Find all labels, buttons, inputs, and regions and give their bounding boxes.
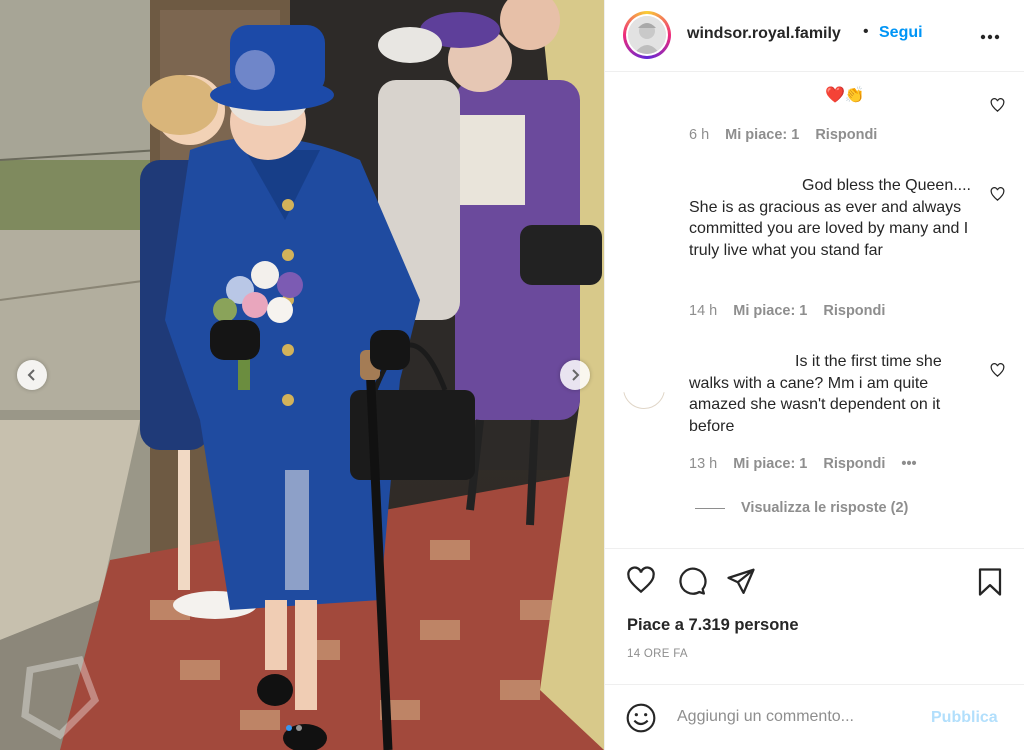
comment-reply-button[interactable]: Rispondi xyxy=(823,303,885,319)
comment-reply-button[interactable]: Rispondi xyxy=(823,456,885,472)
emoji-smiley-icon[interactable] xyxy=(625,702,657,734)
comment-meta: 13 h Mi piace: 1 Rispondi ••• xyxy=(689,456,917,472)
post-header: windsor.royal.family • Segui xyxy=(605,0,1024,72)
post-side-panel: windsor.royal.family • Segui ❤️👏 6 h Mi … xyxy=(604,0,1024,750)
author-avatar[interactable] xyxy=(623,11,671,59)
comment-like-icon[interactable] xyxy=(990,98,1005,113)
share-paper-plane-icon[interactable] xyxy=(725,566,757,596)
post-actions: Piace a 7.319 persone 14 ORE FA xyxy=(605,548,1024,685)
view-replies-label: Visualizza le risposte (2) xyxy=(741,500,909,516)
photo-illustration xyxy=(0,0,604,750)
comment-likes[interactable]: Mi piace: 1 xyxy=(725,127,799,143)
post-timestamp[interactable]: 14 ORE FA xyxy=(627,648,688,660)
author-username[interactable]: windsor.royal.family xyxy=(687,25,841,43)
comment-time: 13 h xyxy=(689,456,718,472)
replies-divider xyxy=(695,507,725,509)
publish-button[interactable]: Pubblica xyxy=(931,709,998,727)
carousel-next-button[interactable] xyxy=(560,360,590,390)
comment-reply-button[interactable]: Rispondi xyxy=(815,127,877,143)
carousel-indicator xyxy=(286,725,302,731)
more-horizontal-icon[interactable] xyxy=(979,26,1001,48)
comment-time: 14 h xyxy=(689,303,718,319)
comment-input[interactable] xyxy=(677,703,917,731)
view-replies-button[interactable]: Visualizza le risposte (2) xyxy=(695,500,908,516)
comments-list[interactable]: ❤️👏 6 h Mi piace: 1 Rispondi God bless t… xyxy=(605,72,1024,548)
comment-likes[interactable]: Mi piace: 1 xyxy=(733,456,807,472)
comment-like-icon[interactable] xyxy=(990,187,1005,202)
comment-composer: Pubblica xyxy=(605,684,1024,751)
comment-likes[interactable]: Mi piace: 1 xyxy=(733,303,807,319)
comment-text: ❤️👏 xyxy=(825,87,865,104)
carousel-dot-active xyxy=(286,725,292,731)
follow-button[interactable]: Segui xyxy=(879,24,923,42)
likes-count[interactable]: Piace a 7.319 persone xyxy=(627,616,799,635)
save-bookmark-icon[interactable] xyxy=(975,566,1005,598)
comment-meta: 6 h Mi piace: 1 Rispondi xyxy=(689,127,877,143)
chevron-right-icon xyxy=(572,369,580,381)
carousel-prev-button[interactable] xyxy=(17,360,47,390)
chevron-left-icon xyxy=(27,369,35,381)
avatar-portrait xyxy=(628,16,666,54)
comment-options-button[interactable]: ••• xyxy=(901,456,916,472)
comment-text: God bless the Queen.... She is as gracio… xyxy=(689,177,971,260)
comment-text: Is it the first time she walks with a ca… xyxy=(689,353,942,436)
comment-like-icon[interactable] xyxy=(990,363,1005,378)
carousel-dot xyxy=(296,725,302,731)
comment-time: 6 h xyxy=(689,127,710,143)
separator-dot: • xyxy=(863,23,869,40)
like-heart-icon[interactable] xyxy=(625,566,657,596)
comment-meta: 14 h Mi piace: 1 Rispondi xyxy=(689,303,885,319)
post-photo[interactable] xyxy=(0,0,604,750)
comment-bubble-icon[interactable] xyxy=(676,566,708,596)
commenter-avatar[interactable] xyxy=(623,392,665,409)
